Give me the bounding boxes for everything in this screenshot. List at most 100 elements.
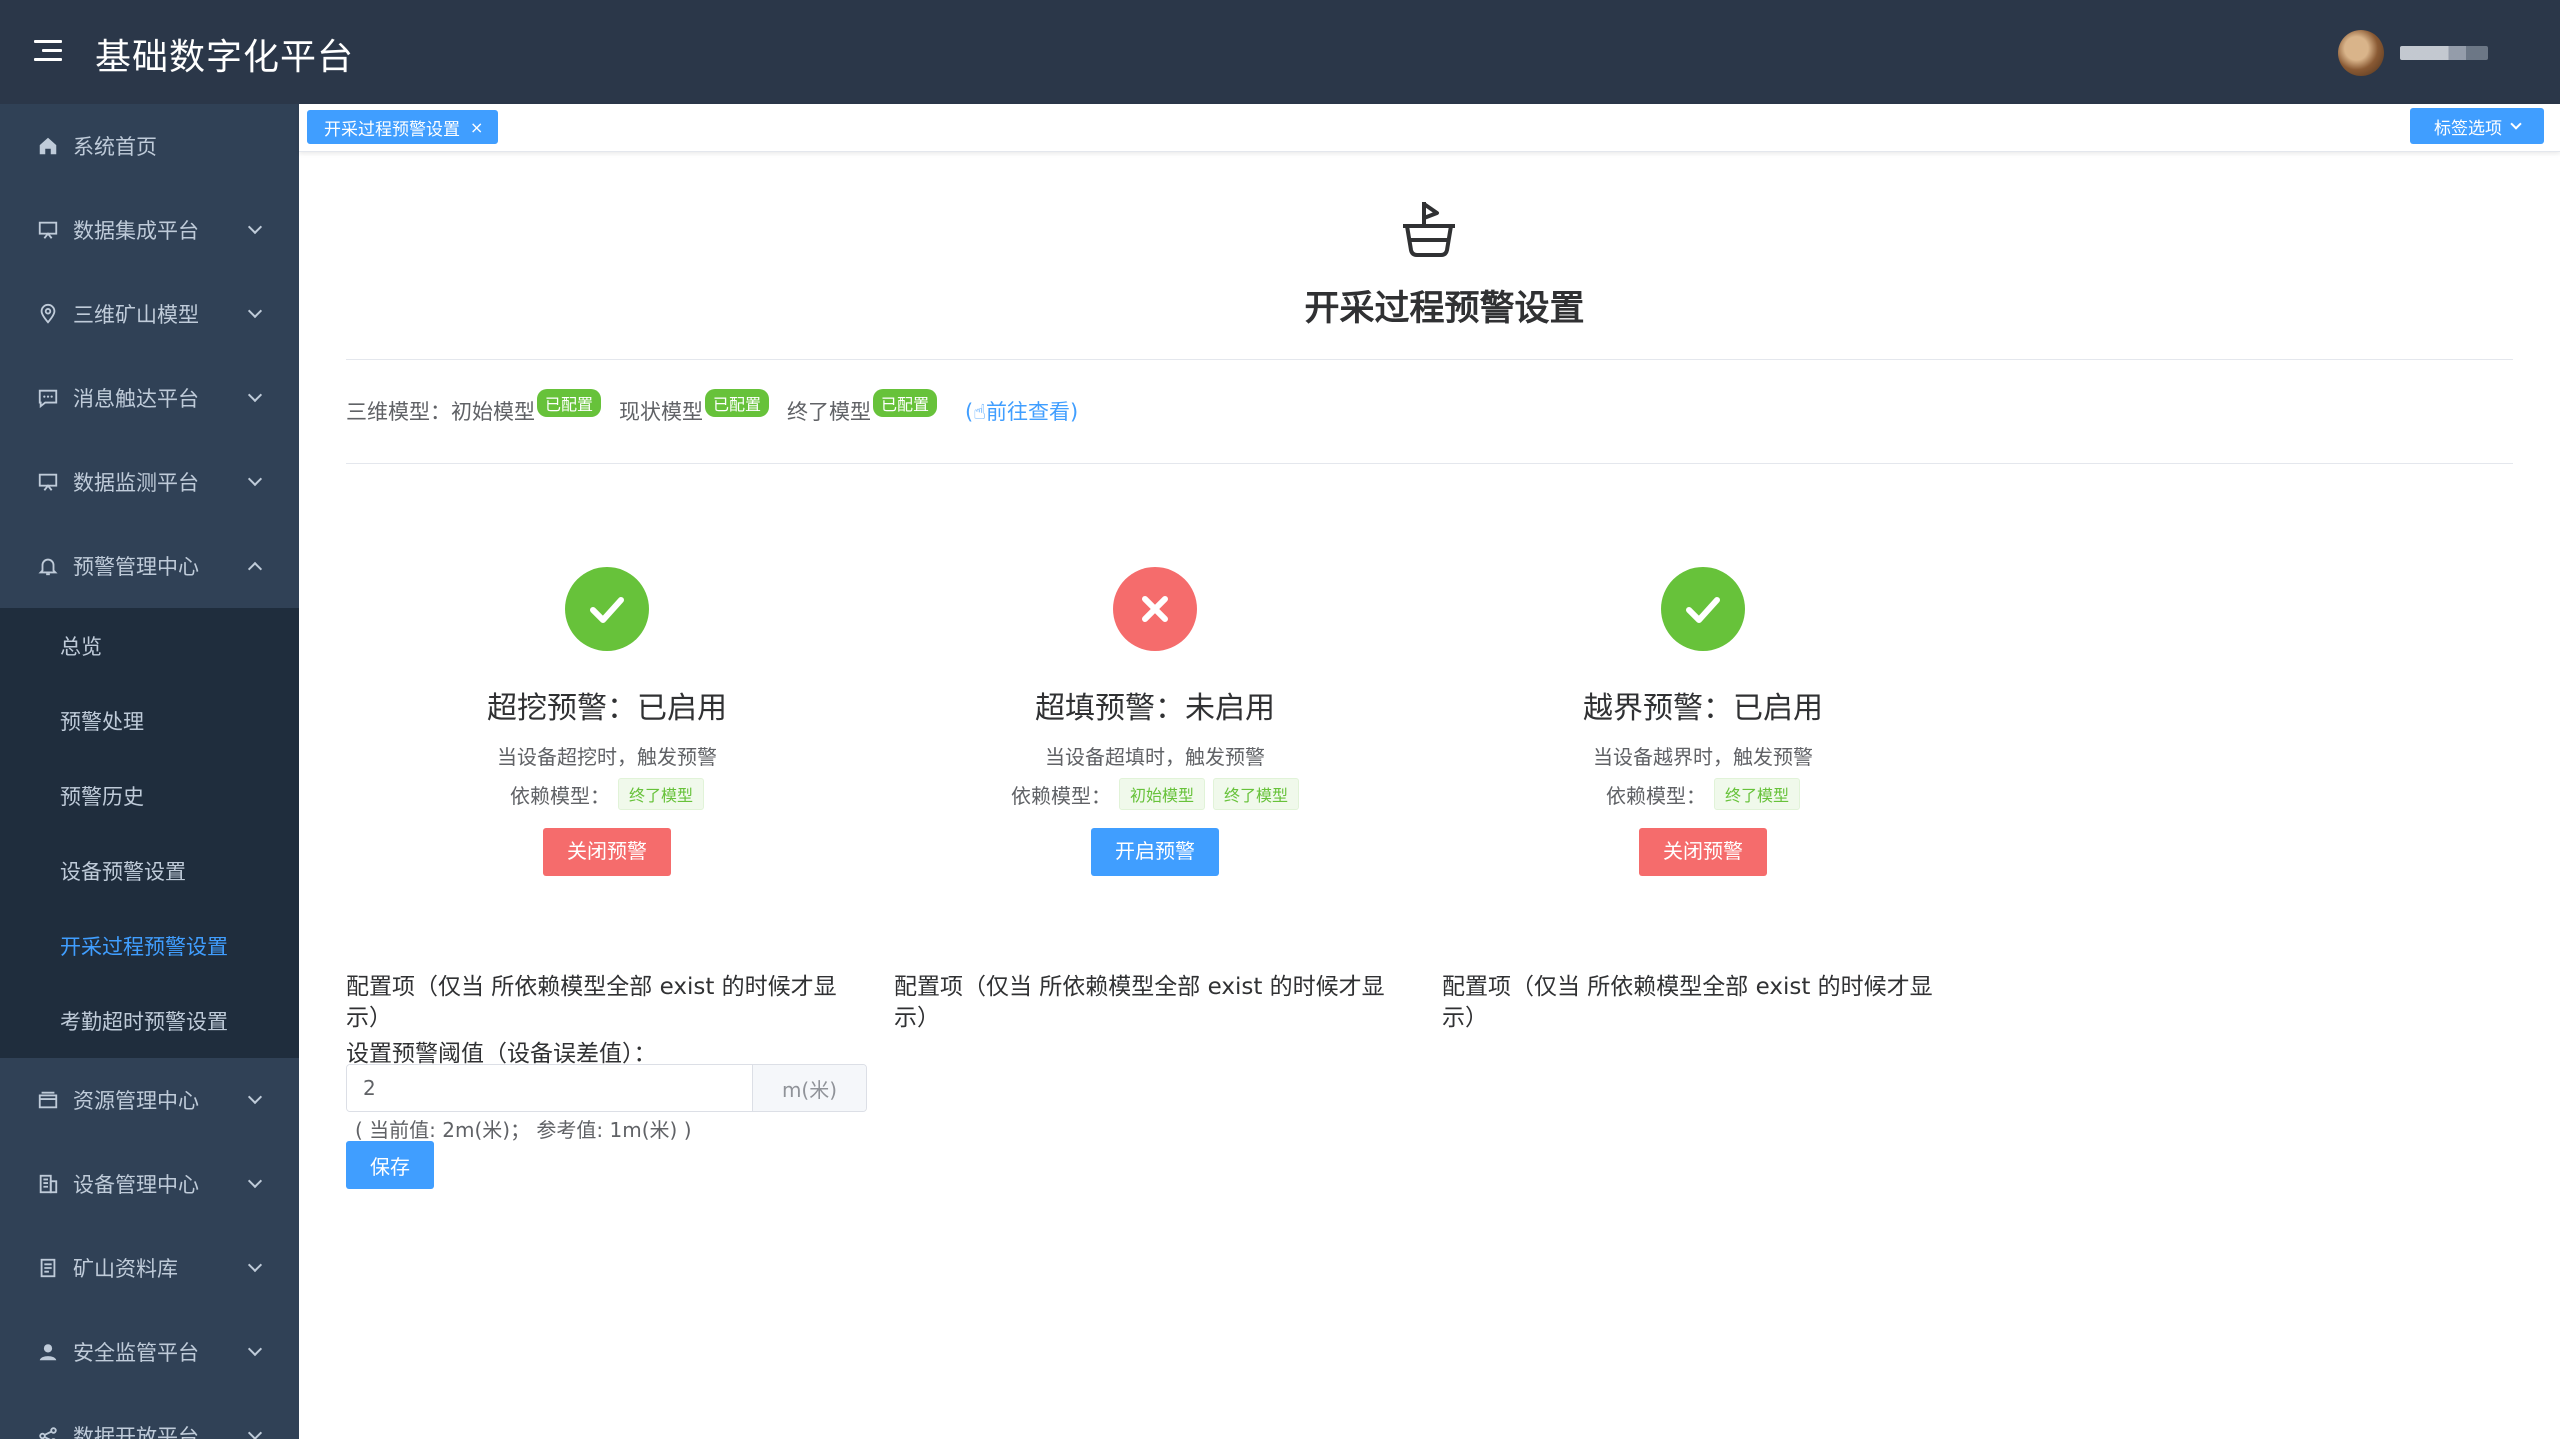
config-note: 配置项（仅当 所依赖模型全部 exist 的时候才显示） (894, 974, 1385, 1031)
model-name: 现状模型 (619, 400, 704, 424)
threshold-hint: ( 当前值: 2m(米)； 参考值: 1m(米) ) (355, 1118, 692, 1142)
dependency-row: 依赖模型： 终了模型 (333, 778, 881, 810)
sidebar-item-data-monitoring[interactable]: 数据监测平台 (0, 440, 299, 524)
sidebar-item-label: 消息触达平台 (73, 387, 199, 411)
sidebar-item-data-integration[interactable]: 数据集成平台 (0, 188, 299, 272)
divider (346, 463, 2513, 464)
share-icon (36, 1424, 60, 1439)
sidebar-item-3d-mine[interactable]: 三维矿山模型 (0, 272, 299, 356)
user-avatar[interactable] (2338, 30, 2384, 76)
sidebar-item-label: 数据监测平台 (73, 471, 199, 495)
model-name: 终了模型 (787, 400, 872, 424)
warning-title: 越界预警：已启用 (1583, 691, 1823, 726)
divider (346, 359, 2513, 360)
close-icon[interactable]: × (470, 118, 483, 137)
sidebar-item-label: 资源管理中心 (73, 1089, 199, 1113)
warning-title: 超填预警：未启用 (1035, 691, 1275, 726)
sidebar-item-messaging[interactable]: 消息触达平台 (0, 356, 299, 440)
sidebar-item-label: 数据集成平台 (73, 219, 199, 243)
tag-options-dropdown[interactable]: 标签选项 (2410, 108, 2544, 144)
location-icon (36, 302, 60, 326)
sidebar-item-mine-library[interactable]: 矿山资料库 (0, 1226, 299, 1310)
hamburger-menu-icon[interactable] (34, 40, 62, 64)
warning-title: 超挖预警：已启用 (487, 691, 727, 726)
box-icon (36, 1088, 60, 1112)
sidebar-item-label: 系统首页 (73, 135, 157, 159)
enable-warning-button[interactable]: 开启预警 (1091, 828, 1219, 876)
sidebar-subitem-warning-handling[interactable]: 预警处理 (0, 683, 299, 758)
tab-mining-warning-settings[interactable]: 开采过程预警设置 × (307, 110, 499, 144)
dependency-label: 依赖模型： (1010, 783, 1111, 808)
threshold-input-group: m(米) (346, 1064, 867, 1112)
out-of-bounds-warning-card: 越界预警：已启用 当设备越界时，触发预警 依赖模型： 终了模型 关闭预警 (1429, 567, 1977, 876)
monitor-icon (36, 218, 60, 242)
threshold-label: 设置预警阈值（设备误差值）： (346, 1041, 657, 1067)
page-title: 开采过程预警设置 (1304, 289, 1585, 329)
app-title: 基础数字化平台 (95, 37, 355, 78)
save-button[interactable]: 保存 (346, 1141, 434, 1189)
dependency-row: 依赖模型： 初始模型 终了模型 (881, 778, 1429, 810)
check-circle-icon (1661, 567, 1745, 651)
dependency-tag: 终了模型 (1213, 778, 1300, 810)
check-circle-icon (565, 567, 649, 651)
unit-suffix: m(米) (752, 1065, 866, 1111)
threshold-input[interactable] (347, 1065, 752, 1111)
sidebar-item-warning-center[interactable]: 预警管理中心 (0, 524, 299, 608)
config-note: 配置项（仅当 所依赖模型全部 exist 的时候才显示） (1442, 974, 1933, 1031)
dependency-tag: 初始模型 (1118, 778, 1205, 810)
sidebar-subitem-mining-warning-settings[interactable]: 开采过程预警设置 (0, 908, 299, 983)
status-badge: 已配置 (873, 389, 938, 417)
model-name: 初始模型 (451, 400, 535, 424)
sidebar-item-safety[interactable]: 安全监管平台 (0, 1310, 299, 1394)
status-badge: 已配置 (537, 389, 602, 417)
chevron-down-icon (247, 303, 263, 319)
username-blurred[interactable] (2400, 46, 2488, 60)
message-icon (36, 386, 60, 410)
sidebar-item-open-data[interactable]: 数据开放平台 (0, 1394, 299, 1439)
status-badge: 已配置 (705, 389, 770, 417)
sidebar-item-label: 设备管理中心 (73, 1173, 199, 1197)
chevron-down-icon (247, 387, 263, 403)
sidebar-subitem-warning-history[interactable]: 预警历史 (0, 758, 299, 833)
disable-warning-button[interactable]: 关闭预警 (543, 828, 671, 876)
mining-bowl-icon (1399, 198, 1459, 260)
tag-options-label: 标签选项 (2434, 118, 2502, 139)
main-content: 开采过程预警设置 三维模型： 初始模型 已配置 现状模型 已配置 终了模型 已配… (299, 152, 2560, 1439)
warning-description: 当设备越界时，触发预警 (1593, 745, 1813, 769)
chevron-down-icon (247, 1341, 263, 1357)
document-icon (36, 1256, 60, 1280)
dependency-tag: 终了模型 (1713, 778, 1800, 810)
sidebar-item-label: 预警管理中心 (73, 555, 199, 579)
goto-view-link[interactable]: (☝前往查看) (965, 396, 1078, 426)
sidebar-item-label: 安全监管平台 (73, 1341, 199, 1365)
building-icon (36, 1172, 60, 1196)
user-icon (36, 1340, 60, 1364)
chevron-down-icon (247, 1257, 263, 1273)
dependency-label: 依赖模型： (1605, 783, 1706, 808)
sidebar-item-device-center[interactable]: 设备管理中心 (0, 1142, 299, 1226)
chevron-down-icon (247, 1089, 263, 1105)
sidebar-subitem-device-warning-settings[interactable]: 设备预警设置 (0, 833, 299, 908)
disable-warning-button[interactable]: 关闭预警 (1639, 828, 1767, 876)
warning-description: 当设备超填时，触发预警 (1045, 745, 1265, 769)
sidebar-item-home[interactable]: 系统首页 (0, 104, 299, 188)
sidebar-item-resource-center[interactable]: 资源管理中心 (0, 1058, 299, 1142)
model-status-row: 三维模型： 初始模型 已配置 现状模型 已配置 终了模型 已配置 (☝前往查看) (346, 389, 1078, 426)
chevron-up-icon (247, 561, 263, 577)
dependency-row: 依赖模型： 终了模型 (1429, 778, 1977, 810)
overdig-warning-card: 超挖预警：已启用 当设备超挖时，触发预警 依赖模型： 终了模型 关闭预警 (333, 567, 881, 876)
sidebar-item-label: 三维矿山模型 (73, 303, 199, 327)
sidebar-item-label: 矿山资料库 (73, 1257, 178, 1281)
overfill-warning-card: 超填预警：未启用 当设备超填时，触发预警 依赖模型： 初始模型 终了模型 开启预… (881, 567, 1429, 876)
sidebar: 系统首页 数据集成平台 三维矿山模型 消息触达平台 数据监测平台 预警管理中心 (0, 104, 299, 1439)
warning-description: 当设备超挖时，触发预警 (497, 745, 717, 769)
top-navbar: 基础数字化平台 (0, 0, 2560, 104)
home-icon (36, 134, 60, 158)
config-note: 配置项（仅当 所依赖模型全部 exist 的时候才显示） (346, 974, 837, 1031)
models-prefix: 三维模型： (346, 400, 451, 424)
sidebar-subitem-overview[interactable]: 总览 (0, 608, 299, 683)
tab-label: 开采过程预警设置 (324, 119, 460, 140)
tags-view-bar: 开采过程预警设置 × 标签选项 (299, 104, 2560, 152)
warning-center-submenu: 总览 预警处理 预警历史 设备预警设置 开采过程预警设置 考勤超时预警设置 (0, 608, 299, 1058)
sidebar-subitem-attendance-warning-settings[interactable]: 考勤超时预警设置 (0, 983, 299, 1058)
